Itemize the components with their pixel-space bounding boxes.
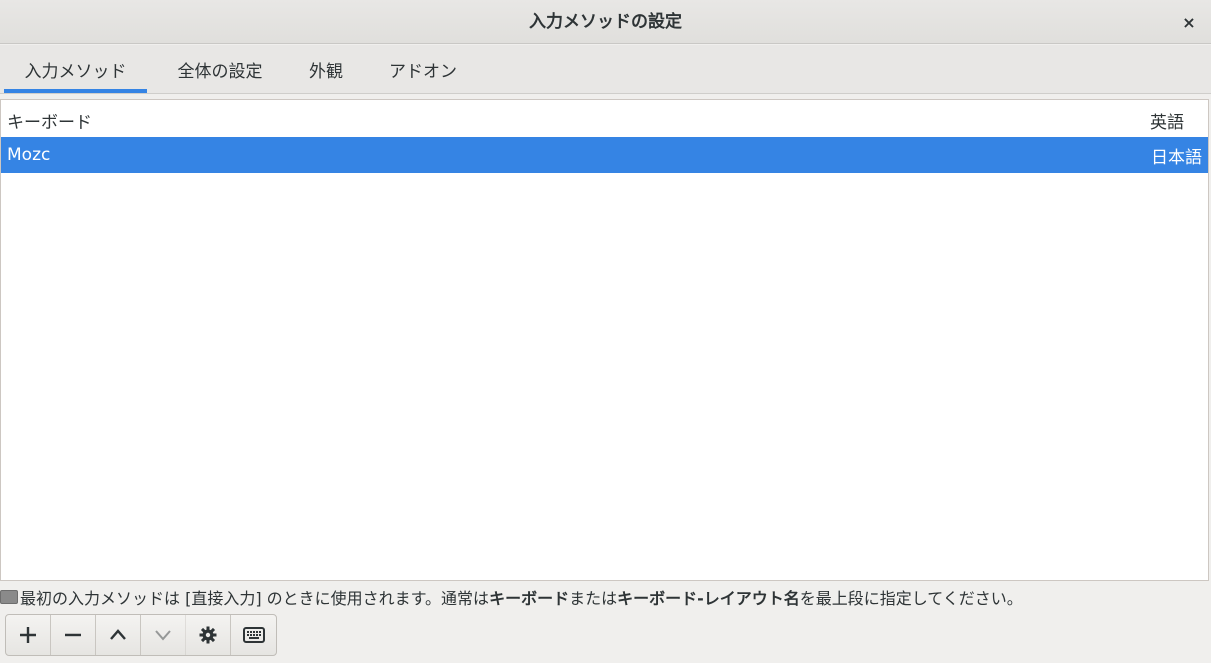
hint-part: または — [569, 589, 618, 608]
info-icon — [0, 590, 18, 604]
tab-appearance[interactable]: 外観 — [296, 45, 356, 93]
window-title: 入力メソッドの設定 — [529, 12, 682, 32]
list-item[interactable]: キーボード 英語 — [1, 102, 1208, 138]
close-button[interactable]: × — [1175, 8, 1203, 36]
list-toolbar — [5, 614, 277, 656]
tab-addons[interactable]: アドオン — [374, 45, 472, 93]
minus-icon — [65, 633, 81, 637]
keyboard-layout-button[interactable] — [231, 615, 276, 655]
input-method-list[interactable]: キーボード 英語 Mozc 日本語 — [0, 99, 1209, 581]
tab-global-config[interactable]: 全体の設定 — [160, 45, 280, 93]
tab-label: アドオン — [389, 61, 457, 82]
keyboard-icon — [242, 627, 265, 643]
tab-label: 入力メソッド — [24, 61, 127, 82]
hint-part: を最上段に指定してください。 — [799, 589, 1023, 608]
hint-bold-layout: キーボード-レイアウト名 — [617, 589, 800, 608]
input-method-language: 日本語 — [1151, 147, 1202, 168]
remove-button[interactable] — [51, 615, 96, 655]
tab-label: 全体の設定 — [177, 61, 263, 82]
window-titlebar: 入力メソッドの設定 × — [0, 0, 1211, 44]
add-button[interactable] — [6, 615, 51, 655]
move-up-button[interactable] — [96, 615, 141, 655]
hint-text: 最初の入力メソッドは [直接入力] のときに使用されます。通常は キーボード ま… — [0, 584, 1211, 610]
list-item-selected[interactable]: Mozc 日本語 — [1, 137, 1208, 173]
tab-input-method[interactable]: 入力メソッド — [4, 45, 147, 93]
input-method-language: 英語 — [1150, 112, 1184, 133]
chevron-down-icon — [155, 630, 171, 641]
input-method-name: Mozc — [7, 145, 51, 165]
input-method-name: キーボード — [7, 112, 92, 133]
tab-bar: 入力メソッド 全体の設定 外観 アドオン — [0, 45, 1211, 94]
gear-icon — [199, 626, 217, 644]
close-icon: × — [1182, 12, 1196, 32]
hint-part: 最初の入力メソッドは [直接入力] のときに使用されます。通常は — [20, 589, 490, 608]
move-down-button[interactable] — [141, 615, 186, 655]
tab-label: 外観 — [309, 61, 343, 82]
plus-icon — [20, 627, 36, 643]
configure-button[interactable] — [186, 615, 231, 655]
hint-bold-keyboard: キーボード — [489, 589, 570, 608]
chevron-up-icon — [110, 629, 126, 640]
